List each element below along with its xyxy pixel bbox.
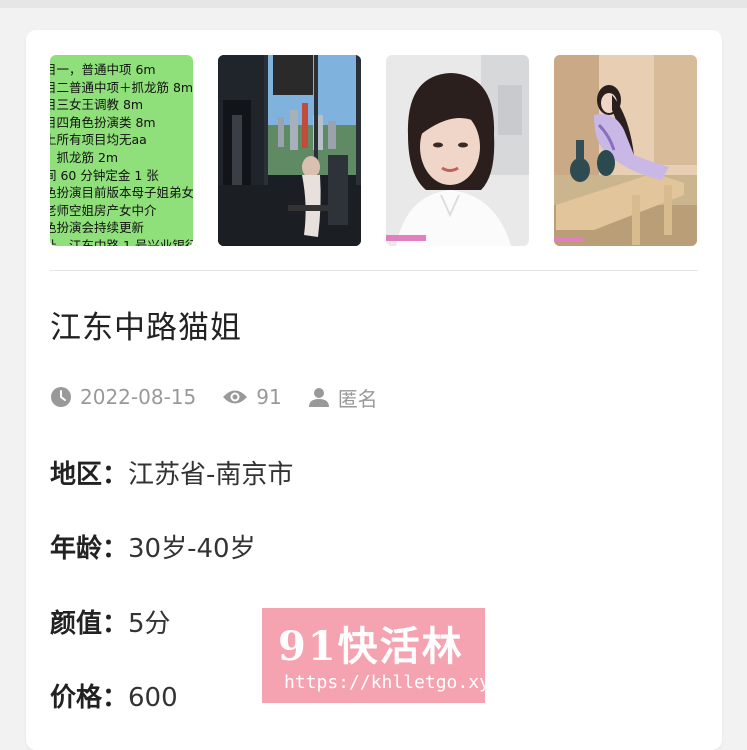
price-line: 间 60 分钟定金 1 张 bbox=[50, 167, 159, 183]
post-title: 江东中路猫姐 bbox=[50, 310, 242, 346]
image-gallery: 目一，普通中项 6m 目二普通中项＋抓龙筋 8m 目三女王调教 8m 目四角色扮… bbox=[50, 55, 698, 246]
price-line: 色扮演目前版本母子姐弟女医 bbox=[50, 185, 193, 201]
view-count: 91 bbox=[256, 385, 282, 409]
field-label: 年龄： bbox=[50, 534, 129, 564]
field-value: 600 bbox=[128, 683, 178, 713]
field-looks: 颜值：5分 bbox=[50, 603, 171, 640]
divider bbox=[50, 270, 698, 271]
user-icon bbox=[308, 388, 329, 407]
price-line: 老师空姐房产女中介 bbox=[50, 202, 157, 218]
price-line: 色扮演会持续更新 bbox=[50, 220, 145, 236]
watermark-logo: 91快活林 bbox=[278, 623, 464, 670]
field-value: 30岁-40岁 bbox=[128, 534, 256, 564]
author-meta: 匿名 bbox=[308, 383, 378, 412]
gym-photo bbox=[218, 55, 361, 246]
price-line: ：抓龙筋 2m bbox=[50, 149, 119, 165]
post-meta: 2022-08-15 91 匿名 bbox=[50, 382, 404, 412]
field-label: 价格： bbox=[50, 683, 129, 713]
field-value: 5分 bbox=[128, 609, 171, 639]
watermark-overlay: 91快活林 https://khlletgo.xyz bbox=[262, 608, 501, 703]
author-name: 匿名 bbox=[337, 386, 378, 411]
eye-icon bbox=[223, 390, 248, 404]
gallery-image-room[interactable] bbox=[554, 55, 697, 246]
price-line: 目一，普通中项 6m bbox=[50, 62, 156, 77]
gallery-image-price-list[interactable]: 目一，普通中项 6m 目二普通中项＋抓龙筋 8m 目三女王调教 8m 目四角色扮… bbox=[50, 55, 193, 246]
portrait-photo bbox=[386, 55, 529, 246]
post-date: 2022-08-15 bbox=[80, 385, 197, 409]
price-line: 目四角色扮演类 8m bbox=[50, 114, 156, 130]
views-meta: 91 bbox=[222, 385, 282, 409]
field-value: 江苏省-南京市 bbox=[128, 460, 294, 490]
price-line: 上所有项目均无aa bbox=[50, 132, 147, 148]
field-price: 价格：600 bbox=[50, 677, 178, 714]
price-line: 目三女王调教 8m bbox=[50, 97, 144, 113]
date-meta: 2022-08-15 bbox=[50, 385, 196, 409]
room-photo bbox=[554, 55, 697, 246]
field-label: 颜值： bbox=[50, 609, 129, 639]
field-age: 年龄：30岁-40岁 bbox=[50, 528, 256, 565]
clock-icon bbox=[51, 387, 71, 407]
price-line: 目二普通中项＋抓龙筋 8m bbox=[50, 79, 193, 95]
gallery-image-portrait[interactable] bbox=[386, 55, 529, 246]
price-list-text: 目一，普通中项 6m 目二普通中项＋抓龙筋 8m 目三女王调教 8m 目四角色扮… bbox=[50, 61, 193, 246]
field-region: 地区：江苏省-南京市 bbox=[50, 454, 293, 491]
top-bar bbox=[0, 0, 747, 8]
price-line: 址，江东中路 1 号兴业银行河 bbox=[50, 237, 193, 246]
field-label: 地区： bbox=[50, 460, 129, 490]
watermark-url: https://khlletgo.xyz bbox=[284, 672, 501, 693]
gallery-image-gym[interactable] bbox=[218, 55, 361, 246]
